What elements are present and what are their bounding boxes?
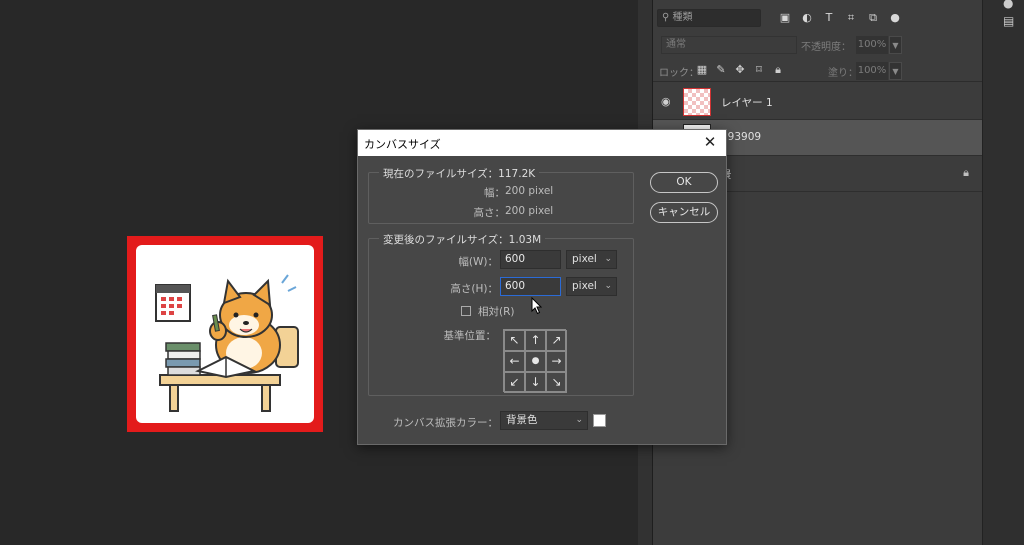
canvas-size-dialog: カンバスサイズ ✕ 現在のファイルサイズ：117.2K 幅： 200 pixel… bbox=[357, 129, 727, 445]
anchor-label: 基準位置： bbox=[443, 330, 497, 342]
current-size-legend: 現在のファイルサイズ：117.2K bbox=[379, 166, 540, 181]
width-unit-label: pixel bbox=[572, 253, 597, 265]
filter-icons: ▣ ◐ T ⌗ ⧉ ● bbox=[777, 10, 903, 26]
right-toolbar: ● ▤ bbox=[982, 0, 1024, 545]
adjust-filter-icon[interactable]: ◐ bbox=[799, 10, 815, 26]
anchor-grid[interactable]: ↖ ↑ ↗ ← ● → ↙ ↓ ↘ bbox=[503, 329, 567, 393]
cancel-button[interactable]: キャンセル bbox=[650, 202, 718, 223]
arrow-up-icon[interactable]: ↑ bbox=[525, 330, 546, 351]
extension-color-value: 背景色 bbox=[506, 414, 538, 426]
image-filter-icon[interactable]: ▣ bbox=[777, 10, 793, 26]
circle-icon[interactable]: ● bbox=[1003, 0, 1017, 10]
relative-checkbox[interactable] bbox=[461, 306, 471, 316]
blend-row: 通常 不透明度： 100% ▼ bbox=[653, 34, 983, 56]
lock-artboard-icon[interactable]: ⌑ bbox=[752, 62, 766, 78]
arrow-right-icon[interactable]: → bbox=[546, 351, 567, 372]
ok-button[interactable]: OK bbox=[650, 172, 718, 193]
height-unit-select[interactable]: pixel ⌄ bbox=[566, 277, 617, 296]
lock-icon: 🔒︎ bbox=[963, 166, 969, 179]
layer-thumbnail bbox=[683, 88, 711, 116]
current-size-group: 現在のファイルサイズ：117.2K 幅： 200 pixel 高さ： 200 p… bbox=[368, 166, 634, 224]
arrow-left-icon[interactable]: ← bbox=[504, 351, 525, 372]
current-width-label: 幅： bbox=[484, 187, 505, 199]
shiba-dog-illustration bbox=[136, 245, 314, 423]
chevron-down-icon: ⌄ bbox=[575, 415, 583, 425]
channels-icon[interactable]: ▤ bbox=[1003, 14, 1017, 28]
current-height-label: 高さ： bbox=[473, 207, 506, 219]
width-unit-select[interactable]: pixel ⌄ bbox=[566, 250, 617, 269]
opacity-label: 不透明度： bbox=[801, 42, 851, 53]
lock-icons: ▦ ✎ ✥ ⌑ 🔒︎ bbox=[695, 62, 785, 78]
lock-all-icon[interactable]: 🔒︎ bbox=[771, 62, 785, 78]
lock-image-icon[interactable]: ✎ bbox=[714, 62, 728, 78]
type-filter-icon[interactable]: T bbox=[821, 10, 837, 26]
search-icon: ⚲ bbox=[662, 12, 670, 23]
smart-filter-icon[interactable]: ⧉ bbox=[865, 10, 881, 26]
current-height-value: 200 pixel bbox=[505, 205, 554, 217]
extension-color-label: カンバス拡張カラー： bbox=[393, 417, 498, 429]
filter-kind-label: 種類 bbox=[672, 12, 693, 23]
arrow-down-left-icon[interactable]: ↙ bbox=[504, 372, 525, 393]
eye-icon[interactable]: ◉ bbox=[661, 95, 675, 109]
arrow-down-right-icon[interactable]: ↘ bbox=[546, 372, 567, 393]
lock-transparent-icon[interactable]: ▦ bbox=[695, 62, 709, 78]
shape-filter-icon[interactable]: ⌗ bbox=[843, 10, 859, 26]
mouse-pointer-icon bbox=[531, 297, 543, 315]
layer-row[interactable]: ◉ レイヤー 1 bbox=[653, 84, 983, 120]
relative-label: 相対(R) bbox=[478, 306, 515, 318]
new-size-legend: 変更後のファイルサイズ：1.03M bbox=[379, 232, 546, 247]
height-unit-label: pixel bbox=[572, 280, 597, 292]
fill-label: 塗り： bbox=[828, 68, 858, 79]
layer-kind-filter-select[interactable]: ⚲ 種類 bbox=[657, 9, 761, 27]
anchor-center-icon[interactable]: ● bbox=[525, 351, 546, 372]
arrow-up-right-icon[interactable]: ↗ bbox=[546, 330, 567, 351]
lock-row: ロック： ▦ ✎ ✥ ⌑ 🔒︎ 塗り： 100% ▼ bbox=[653, 60, 983, 82]
layer-name: レイヤー 1 bbox=[721, 97, 773, 109]
arrow-down-icon[interactable]: ↓ bbox=[525, 372, 546, 393]
close-icon[interactable]: ✕ bbox=[701, 133, 719, 151]
chevron-down-icon[interactable]: ▼ bbox=[889, 36, 902, 54]
opacity-input[interactable]: 100% bbox=[856, 36, 888, 54]
artwork-image bbox=[127, 236, 323, 432]
new-height-label: 高さ(H)： bbox=[450, 283, 498, 295]
chevron-down-icon: ⌄ bbox=[604, 281, 612, 291]
dialog-titlebar[interactable]: カンバスサイズ ✕ bbox=[358, 130, 726, 156]
fill-input[interactable]: 100% bbox=[856, 62, 888, 80]
extension-color-select[interactable]: 背景色 ⌄ bbox=[500, 411, 588, 430]
layer-name: 593909 bbox=[721, 131, 762, 143]
width-input[interactable]: 600 bbox=[500, 250, 561, 269]
height-input[interactable]: 600 bbox=[500, 277, 561, 296]
blend-mode-select[interactable]: 通常 bbox=[661, 36, 797, 54]
filter-toggle-icon[interactable]: ● bbox=[887, 10, 903, 26]
layer-filter-row: ⚲ 種類 ▣ ◐ T ⌗ ⧉ ● bbox=[653, 6, 983, 30]
current-width-value: 200 pixel bbox=[505, 185, 554, 197]
chevron-down-icon[interactable]: ▼ bbox=[889, 62, 902, 80]
lock-label: ロック： bbox=[659, 68, 699, 79]
new-width-label: 幅(W)： bbox=[458, 256, 498, 268]
chevron-down-icon: ⌄ bbox=[604, 254, 612, 264]
arrow-up-left-icon[interactable]: ↖ bbox=[504, 330, 525, 351]
dialog-title: カンバスサイズ bbox=[364, 138, 441, 151]
extension-color-swatch[interactable] bbox=[593, 414, 606, 427]
lock-position-icon[interactable]: ✥ bbox=[733, 62, 747, 78]
